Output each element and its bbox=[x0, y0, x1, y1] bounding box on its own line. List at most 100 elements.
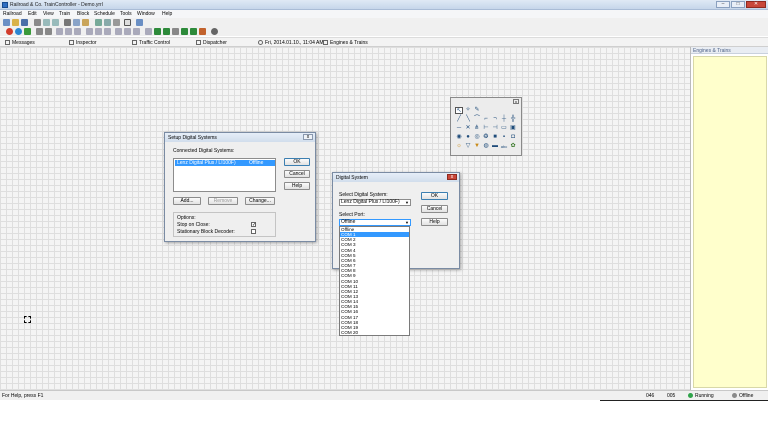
settings-icon[interactable] bbox=[211, 28, 218, 35]
detector-icon[interactable]: ◘ bbox=[509, 134, 517, 141]
menu-railroad[interactable]: Railroad bbox=[3, 11, 22, 17]
turntable-tool-icon[interactable]: ❂ bbox=[482, 134, 490, 141]
menu-edit[interactable]: Edit bbox=[28, 11, 37, 17]
connected-systems-list[interactable]: Lenz Digital Plus / LI100F) Offline bbox=[173, 158, 276, 192]
switch-icon[interactable] bbox=[115, 28, 122, 35]
port-select[interactable]: Offline ▼ bbox=[339, 219, 411, 226]
pointer-tool-icon[interactable]: ↖ bbox=[455, 107, 463, 114]
save-icon[interactable] bbox=[21, 19, 28, 26]
menu-window[interactable]: Window bbox=[137, 11, 155, 17]
maximize-button[interactable]: □ bbox=[731, 1, 745, 8]
track-diag-icon[interactable]: ╱ bbox=[455, 116, 463, 123]
add-button[interactable]: Add... bbox=[173, 197, 201, 205]
menu-block[interactable]: Block bbox=[77, 11, 89, 17]
tab-engines-trains[interactable]: Engines & Trains bbox=[323, 40, 368, 46]
go-icon[interactable] bbox=[15, 28, 22, 35]
marker-icon[interactable]: ▣ bbox=[509, 125, 517, 132]
tab-messages[interactable]: Messages bbox=[5, 40, 35, 46]
edit-mode-icon[interactable] bbox=[36, 28, 43, 35]
block-icon[interactable] bbox=[95, 28, 102, 35]
flag-icon[interactable] bbox=[199, 28, 206, 35]
list-item[interactable]: Lenz Digital Plus / LI100F) Offline bbox=[175, 160, 275, 166]
tab-clock[interactable]: Fri, 2014.01.10., 11:04 AM bbox=[258, 40, 324, 46]
step-icon[interactable] bbox=[181, 28, 188, 35]
layout-icon[interactable] bbox=[45, 28, 52, 35]
play-icon[interactable] bbox=[154, 28, 161, 35]
pause-icon[interactable] bbox=[172, 28, 179, 35]
menu-view[interactable]: View bbox=[43, 11, 54, 17]
menu-train[interactable]: Train bbox=[59, 11, 70, 17]
menu-help[interactable]: Help bbox=[162, 11, 172, 17]
line-icon[interactable]: ▬ bbox=[491, 143, 499, 150]
change-button[interactable]: Change... bbox=[245, 197, 275, 205]
stationary-block-decoder-checkbox[interactable] bbox=[251, 229, 256, 234]
undo-icon[interactable] bbox=[43, 19, 50, 26]
text-tool-icon[interactable]: abc bbox=[500, 143, 508, 150]
help-pointer-icon[interactable] bbox=[136, 19, 143, 26]
record-icon[interactable] bbox=[190, 28, 197, 35]
stop-icon[interactable] bbox=[6, 28, 13, 35]
cut-icon[interactable] bbox=[64, 19, 71, 26]
sound-icon[interactable]: ◍ bbox=[482, 143, 490, 150]
select-mode-icon[interactable] bbox=[124, 19, 131, 26]
lamp-icon[interactable]: ◎ bbox=[473, 134, 481, 141]
help-button[interactable]: Help bbox=[284, 182, 310, 190]
sun-icon[interactable]: ☼ bbox=[455, 143, 463, 150]
block-tool-icon[interactable]: ▭ bbox=[500, 125, 508, 132]
zoom-icon[interactable] bbox=[95, 19, 102, 26]
three-way-icon[interactable]: ⋔ bbox=[473, 125, 481, 132]
selection-cursor-icon[interactable] bbox=[24, 316, 31, 323]
paste-icon[interactable] bbox=[82, 19, 89, 26]
align-right-icon[interactable] bbox=[74, 28, 81, 35]
palette-close-icon[interactable]: x bbox=[513, 99, 519, 104]
route-icon[interactable] bbox=[104, 28, 111, 35]
dialog-close-button[interactable]: x bbox=[303, 134, 313, 140]
magic-tool-icon[interactable]: ✧ bbox=[464, 107, 472, 114]
track-curve-icon[interactable]: ╲ bbox=[464, 116, 472, 123]
turnout-icon[interactable]: ⊢ bbox=[482, 125, 490, 132]
align-left-icon[interactable] bbox=[56, 28, 63, 35]
ok-button[interactable]: OK bbox=[284, 158, 310, 166]
grid-toggle-icon[interactable] bbox=[86, 28, 93, 35]
switch-tool-icon[interactable]: ■ bbox=[491, 134, 499, 141]
text-icon[interactable] bbox=[145, 28, 152, 35]
resume-icon[interactable] bbox=[163, 28, 170, 35]
stop-on-close-checkbox[interactable]: ✓ bbox=[251, 222, 256, 228]
switch-left-icon[interactable]: ⌐ bbox=[482, 116, 490, 123]
track-cross-icon[interactable]: ✕ bbox=[464, 125, 472, 132]
signal-tool-icon[interactable]: ◉ bbox=[455, 134, 463, 141]
port-option[interactable]: COM 20 bbox=[340, 330, 409, 335]
turntable-icon[interactable] bbox=[133, 28, 140, 35]
indicator-icon[interactable]: ▪ bbox=[500, 134, 508, 141]
tab-inspector[interactable]: Inspector bbox=[69, 40, 97, 46]
pencil-tool-icon[interactable]: ✎ bbox=[473, 107, 481, 114]
menu-schedule[interactable]: Schedule bbox=[94, 11, 115, 17]
dialog-close-button[interactable]: x bbox=[447, 174, 457, 180]
open-folder-icon[interactable] bbox=[12, 19, 19, 26]
switch-right-icon[interactable]: ¬ bbox=[491, 116, 499, 123]
copy-icon[interactable] bbox=[73, 19, 80, 26]
engines-list[interactable] bbox=[693, 56, 767, 388]
remove-button[interactable]: Remove bbox=[208, 197, 238, 205]
menu-tools[interactable]: Tools bbox=[120, 11, 132, 17]
new-file-icon[interactable] bbox=[3, 19, 10, 26]
cancel-button[interactable]: Cancel bbox=[284, 170, 310, 178]
ok-button[interactable]: OK bbox=[421, 192, 448, 200]
tree-icon[interactable]: ✿ bbox=[509, 143, 517, 150]
align-center-icon[interactable] bbox=[65, 28, 72, 35]
redo-icon[interactable] bbox=[52, 19, 59, 26]
track-straight-icon[interactable]: ─ bbox=[455, 125, 463, 132]
signal-icon[interactable] bbox=[124, 28, 131, 35]
tab-dispatcher[interactable]: Dispatcher bbox=[196, 40, 227, 46]
run-icon[interactable] bbox=[24, 28, 31, 35]
button-tool-icon[interactable]: ● bbox=[464, 134, 472, 141]
bumper-icon[interactable]: ⊣ bbox=[491, 125, 499, 132]
bell-icon[interactable]: ▼ bbox=[473, 143, 481, 150]
view-icon[interactable] bbox=[113, 19, 120, 26]
grid-icon[interactable] bbox=[104, 19, 111, 26]
double-slip-icon[interactable]: ╬ bbox=[509, 116, 517, 123]
track-arc-icon[interactable]: ⌒ bbox=[473, 116, 481, 123]
crossing-icon[interactable]: ┼ bbox=[500, 116, 508, 123]
print-icon[interactable] bbox=[34, 19, 41, 26]
minimize-button[interactable]: – bbox=[716, 1, 730, 8]
